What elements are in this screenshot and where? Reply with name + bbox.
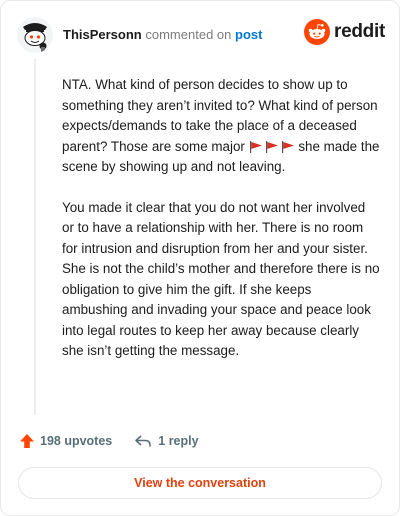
comment-paragraph: NTA. What kind of person decides to show… (62, 75, 380, 178)
reply-arrow-icon (135, 435, 152, 447)
reddit-wordmark: reddit (334, 21, 385, 42)
comment-paragraph: You made it clear that you do not want h… (62, 199, 380, 359)
comment-body: NTA. What kind of person decides to show… (62, 75, 380, 382)
thread-line (34, 59, 36, 415)
view-conversation-button[interactable]: View the conversation (18, 467, 382, 499)
post-link[interactable]: post (235, 27, 262, 42)
red-flag-icon (281, 140, 294, 153)
reddit-logo[interactable]: reddit (304, 19, 385, 45)
comment-card: ThisPersonn commented on post reddit NTA… (0, 0, 400, 516)
upvote-button[interactable]: 198 upvotes (19, 433, 112, 449)
upvote-count: 198 upvotes (40, 434, 113, 448)
username-link[interactable]: ThisPersonn (63, 27, 142, 42)
comment-footer: 198 upvotes 1 reply (19, 433, 199, 449)
comment-meta: ThisPersonn commented on post (63, 27, 262, 43)
reply-button[interactable]: 1 reply (134, 434, 199, 448)
user-avatar[interactable] (17, 17, 53, 53)
snoo-avatar-icon (17, 17, 53, 53)
red-flag-emojis (249, 140, 295, 153)
upvote-arrow-icon (20, 434, 34, 448)
red-flag-icon (249, 140, 262, 153)
reply-count: 1 reply (158, 434, 199, 448)
action-text: commented on (145, 27, 232, 42)
red-flag-icon (265, 140, 278, 153)
reddit-snoo-icon (304, 19, 331, 45)
comment-header: ThisPersonn commented on post reddit (17, 15, 385, 55)
